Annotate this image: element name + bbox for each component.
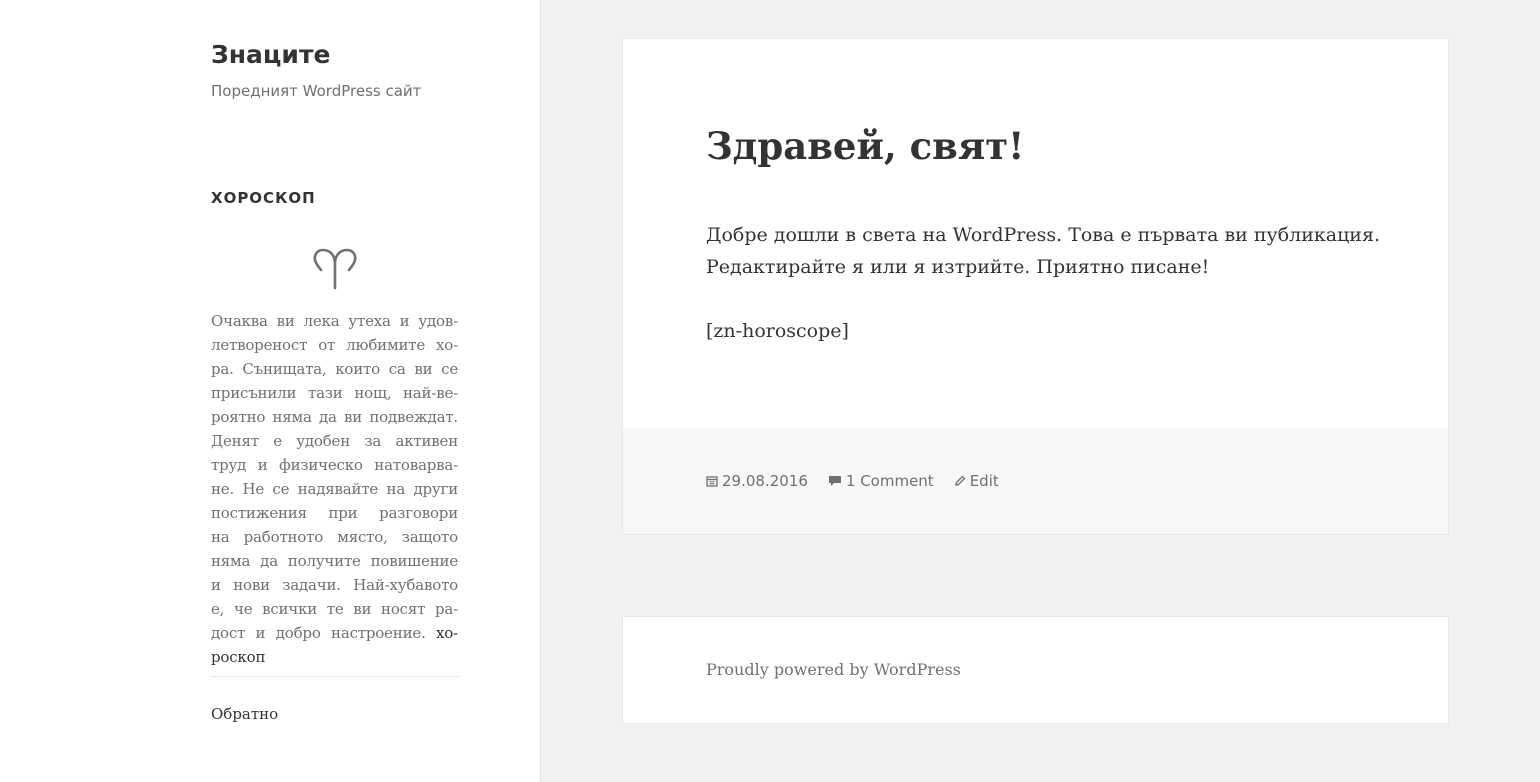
post-meta-footer: 29.08.2016 1 Comment Edit [623,428,1448,534]
post-title[interactable]: Здравей, свят! [706,122,1024,170]
horoscope-line: Очаква ви лека утеха и удов- [211,312,458,330]
horoscope-line: е, че всички те ви носят ра- [211,600,458,618]
post-edit: Edit [954,471,999,491]
horoscope-line: постижения при разговори [211,504,458,522]
site-description: Поредният WordPress сайт [211,82,422,100]
post-paragraph: Добре дошли в света на WordPress. Това е… [706,224,1380,278]
horoscope-line: Денят е удобен за активен [211,432,458,450]
comment-icon [828,476,841,486]
horoscope-line: няма да получите повишение [211,552,458,570]
horoscope-link-continued[interactable]: роскоп [211,648,265,666]
powered-by-link[interactable]: Proudly powered by WordPress [706,659,961,681]
post-shortcode: [zn-horoscope] [706,320,849,342]
site-footer: Proudly powered by WordPress [622,616,1449,724]
horoscope-line: ра. Сънищата, които са ви се [211,360,458,378]
horoscope-line: труд и физическо натоварва- [211,456,458,474]
post-comments: 1 Comment [828,471,934,491]
post-meta: 29.08.2016 1 Comment Edit [706,471,1019,491]
horoscope-line: не. Не се надявайте на други [211,480,458,498]
site-title[interactable]: Знаците [211,38,330,72]
horoscope-line-with-link: дост и добро настроение. хо- [211,621,458,645]
back-link[interactable]: Обратно [211,702,278,726]
horoscope-line: присънили тази нощ, най-ве- [211,384,458,402]
horoscope-line: дост и добро настроение. [211,624,426,642]
post-date-link[interactable]: 29.08.2016 [722,471,808,491]
horoscope-line-last: роскоп [211,645,458,669]
horoscope-link[interactable]: хо- [436,624,458,642]
post-content: Добре дошли в света на WordPress. Това е… [706,219,1386,379]
comments-link[interactable]: 1 Comment [846,471,934,491]
horoscope-line: и нови задачи. Най-хубавото [211,576,458,594]
horoscope-line: на работното място, защото [211,528,458,546]
post-date: 29.08.2016 [706,471,808,491]
aries-icon [313,248,357,290]
calendar-icon [706,476,718,487]
horoscope-line: роятно няма да ви подвеждат. [211,408,458,426]
post-card: Здравей, свят! Добре дошли в света на Wo… [622,38,1449,535]
horoscope-text: Очаква ви лека утеха и удов- летвореност… [211,309,458,669]
sidebar-divider [211,676,459,677]
pencil-icon [954,475,966,486]
edit-link[interactable]: Edit [970,471,999,491]
horoscope-line: летвореност от любимите хо- [211,336,458,354]
sidebar: Знаците Поредният WordPress сайт ХОРОСКО… [0,0,541,782]
widget-title: ХОРОСКОП [211,189,316,207]
